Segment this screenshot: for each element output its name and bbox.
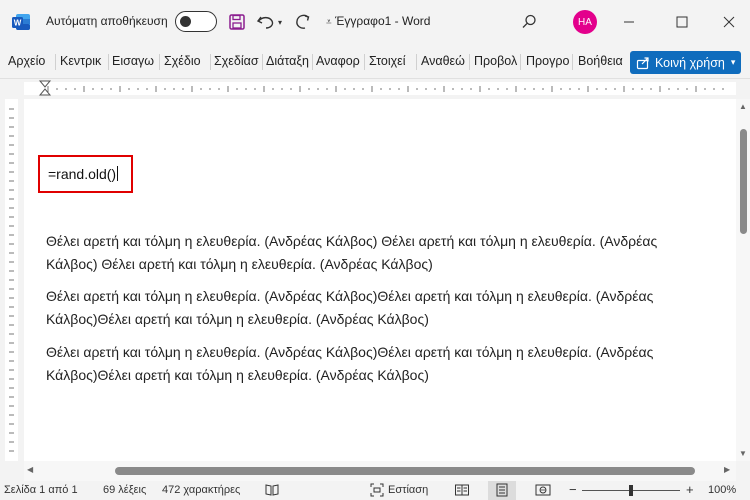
- paragraph-3[interactable]: Θέλει αρετή και τόλμη η ελευθερία. (Ανδρ…: [46, 341, 666, 387]
- print-layout-icon[interactable]: [488, 481, 516, 500]
- title-bar: W Αυτόματη αποθήκευση ▾ ⩡ Έγγραφο1 - Wor…: [0, 0, 750, 44]
- close-icon[interactable]: [722, 11, 736, 33]
- undo-dropdown-icon[interactable]: ▾: [278, 11, 282, 33]
- chevron-down-icon: ▾: [730, 57, 736, 67]
- svg-text:W: W: [14, 19, 22, 28]
- paragraph-2[interactable]: Θέλει αρετή και τόλμη η ελευθερία. (Ανδρ…: [46, 285, 666, 331]
- tab-mailings[interactable]: Στοιχεί: [369, 54, 414, 68]
- focus-label[interactable]: Εστίαση: [388, 484, 428, 496]
- tab-insert[interactable]: Εισαγω: [112, 54, 157, 68]
- zoom-out-icon[interactable]: −: [569, 482, 577, 497]
- share-label: Κοινή χρήση: [655, 55, 725, 70]
- scroll-down-icon[interactable]: ▼: [739, 449, 747, 458]
- character-count[interactable]: 472 χαρακτήρες: [162, 484, 240, 496]
- scroll-right-icon[interactable]: ▶: [724, 465, 730, 474]
- vertical-ruler[interactable]: [0, 99, 24, 461]
- customize-toolbar-icon[interactable]: ⩡: [326, 11, 332, 33]
- undo-icon[interactable]: [256, 11, 276, 33]
- save-icon[interactable]: [228, 11, 246, 33]
- document-title: Έγγραφο1 - Word: [335, 14, 431, 28]
- vertical-scrollbar[interactable]: ▲ ▼: [736, 99, 750, 461]
- status-bar: Σελίδα 1 από 1 69 λέξεις 472 χαρακτήρες …: [0, 481, 750, 500]
- horizontal-scroll-thumb[interactable]: [115, 467, 695, 475]
- tab-design[interactable]: Σχέδιο: [164, 54, 208, 68]
- page-count[interactable]: Σελίδα 1 από 1: [4, 484, 78, 496]
- input-text[interactable]: =rand.old(): [48, 166, 119, 182]
- vertical-scroll-thumb[interactable]: [740, 129, 747, 234]
- avatar[interactable]: HA: [573, 10, 597, 34]
- tab-help[interactable]: Βοήθεια: [578, 54, 625, 68]
- web-layout-icon[interactable]: [535, 483, 551, 500]
- focus-icon[interactable]: [370, 483, 384, 500]
- document-page[interactable]: =rand.old() Θέλει αρετή και τόλμη η ελευ…: [24, 99, 736, 461]
- tab-layout[interactable]: Διάταξη: [266, 54, 310, 68]
- tab-file[interactable]: Αρχείο: [8, 54, 52, 68]
- tab-review[interactable]: Αναθεώ: [421, 54, 467, 68]
- horizontal-ruler[interactable]: [0, 78, 750, 98]
- scroll-left-icon[interactable]: ◀: [27, 465, 33, 474]
- tab-draw[interactable]: Σχεδίασ: [214, 54, 260, 68]
- highlighted-input-box: =rand.old(): [38, 155, 133, 193]
- redo-icon[interactable]: [293, 11, 313, 33]
- tab-home[interactable]: Κεντρικ: [60, 54, 106, 68]
- tab-developer[interactable]: Προγρο: [526, 54, 570, 68]
- tab-references[interactable]: Αναφορ: [316, 54, 363, 68]
- search-icon[interactable]: [520, 11, 538, 33]
- scroll-up-icon[interactable]: ▲: [739, 102, 747, 111]
- horizontal-scrollbar[interactable]: ◀ ▶: [24, 461, 736, 481]
- proofing-book-icon[interactable]: [264, 483, 280, 500]
- zoom-in-icon[interactable]: +: [686, 482, 694, 497]
- word-logo-icon[interactable]: W: [11, 12, 31, 32]
- paragraph-1[interactable]: Θέλει αρετή και τόλμη η ελευθερία. (Ανδρ…: [46, 230, 666, 276]
- zoom-level[interactable]: 100%: [708, 484, 736, 496]
- autosave-label: Αυτόματη αποθήκευση: [46, 14, 168, 28]
- read-mode-icon[interactable]: [454, 483, 470, 500]
- autosave-toggle[interactable]: [175, 11, 217, 32]
- maximize-icon[interactable]: [675, 11, 689, 33]
- share-icon: [636, 56, 649, 69]
- tab-view[interactable]: Προβολ: [474, 54, 518, 68]
- zoom-slider-thumb[interactable]: [629, 485, 633, 496]
- text-cursor: [117, 166, 119, 181]
- word-count[interactable]: 69 λέξεις: [103, 484, 146, 496]
- minimize-icon[interactable]: [622, 11, 636, 33]
- share-button[interactable]: Κοινή χρήση ▾: [630, 51, 741, 74]
